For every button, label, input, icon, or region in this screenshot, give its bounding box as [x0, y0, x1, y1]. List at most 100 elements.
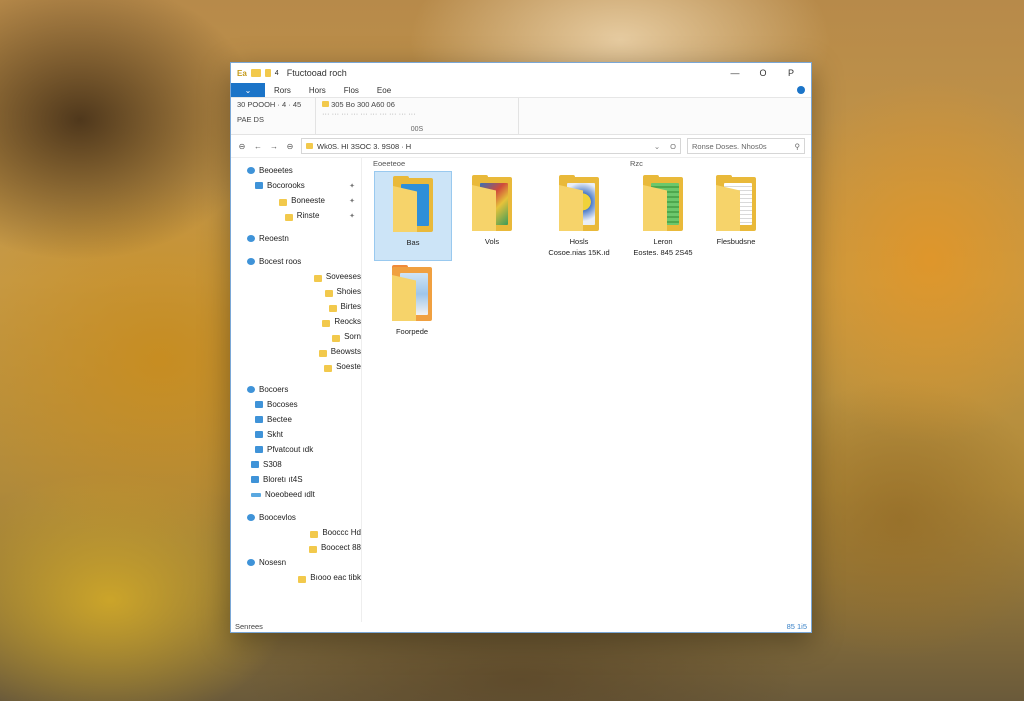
chevron-down-icon[interactable]: ⌄: [654, 142, 660, 151]
app-icon: Ea: [237, 68, 247, 78]
ribbon-group-clipboard: 30 POOOH · 4 · 45 PAE DS: [231, 98, 316, 134]
status-bar: Senrees 85 1i5: [231, 620, 811, 632]
sidebar-item-label: Shoies: [336, 287, 361, 296]
help-icon[interactable]: [797, 86, 805, 94]
up-button[interactable]: →: [269, 142, 279, 151]
folder-item[interactable]: Leron Eostes. 845 2S45: [620, 171, 706, 259]
tab-share[interactable]: Hors: [300, 86, 335, 95]
sidebar-item-this-pc[interactable]: Bocest roos: [231, 254, 361, 269]
network-icon: [247, 386, 255, 393]
recent-locations-button[interactable]: ⊖: [285, 142, 295, 151]
tab-home[interactable]: Rors: [265, 86, 300, 95]
tab-view[interactable]: Flos: [335, 86, 368, 95]
title-bar: Ea 4 Ftuctooad roch — O P: [231, 63, 811, 83]
ribbon-tabs: ⌄ Rors Hors Flos Eoe: [231, 83, 811, 98]
file-list: Eoeeteoe Rzc Bas Vols Hosls Cosoe.nias 1…: [362, 157, 811, 622]
folder-image-icon: [392, 265, 432, 321]
folder-icon: [279, 199, 288, 206]
sidebar-item[interactable]: Shoies: [231, 284, 361, 299]
folder-item[interactable]: Bas: [374, 171, 452, 261]
address-bar-row: ⊖ ← → ⊖ Wk0S. HI 3SOC 3. 9S08 · H ⌄ O Ro…: [231, 135, 811, 158]
sidebar-item-pinned[interactable]: Bocorooks ✦: [231, 178, 361, 193]
ribbon-group-label: 00S: [410, 126, 424, 133]
sidebar-item-drive[interactable]: S308: [231, 457, 361, 472]
tab-manage[interactable]: Eoe: [368, 86, 400, 95]
sidebar-item[interactable]: Boocect 88: [231, 540, 361, 555]
sidebar-item-pinned[interactable]: Boneeste ✦: [231, 193, 361, 208]
sidebar-item[interactable]: Sorn: [231, 329, 361, 344]
folder-icon: [393, 176, 433, 232]
folder-icon: [308, 546, 317, 553]
sidebar-item[interactable]: Bectee: [231, 412, 361, 427]
ribbon-group-organize-line1[interactable]: 305 Bo 300 A60 06: [322, 100, 512, 109]
sidebar-item[interactable]: Birtes: [231, 299, 361, 314]
navigation-pane: Beoeetes Bocorooks ✦ Boneeste ✦ Rinste ✦…: [231, 157, 362, 622]
folder-icon: [332, 335, 341, 342]
sidebar-item-network[interactable]: Bocoers: [231, 382, 361, 397]
search-icon: ⚲: [794, 141, 801, 151]
file-tab[interactable]: ⌄: [231, 83, 265, 97]
sidebar-item-drive[interactable]: Bloretı ıt4S: [231, 472, 361, 487]
pin-icon: ✦: [349, 182, 355, 190]
main-body: Beoeetes Bocorooks ✦ Boneeste ✦ Rinste ✦…: [231, 157, 811, 622]
sidebar-item[interactable]: Bocoses: [231, 397, 361, 412]
sidebar-item-label: Beoeetes: [259, 166, 293, 175]
sidebar-item[interactable]: Bıooo eac tibk: [231, 570, 361, 585]
sidebar-item-group[interactable]: Nosesn: [231, 555, 361, 570]
folder-document-icon: [643, 175, 683, 231]
group-header: Rzc: [630, 159, 643, 168]
customize-icon[interactable]: 4: [275, 70, 279, 77]
minimize-button[interactable]: —: [721, 68, 749, 78]
sidebar-item[interactable]: Beowsts: [231, 344, 361, 359]
folder-item[interactable]: Hosls Cosoe.nias 15K.ıd: [534, 171, 624, 259]
back-button[interactable]: ⊖: [237, 142, 247, 151]
sidebar-item[interactable]: Pfvatcout ıdk: [231, 442, 361, 457]
sidebar-item[interactable]: Skht: [231, 427, 361, 442]
folder-image-icon: [559, 175, 599, 231]
close-button[interactable]: P: [777, 68, 805, 78]
sidebar-item-label: Bocorooks: [267, 181, 305, 190]
sidebar-item-label: Nosesn: [259, 558, 287, 567]
folder-icon: [328, 305, 337, 312]
sidebar-item[interactable]: Booccc Hd: [231, 525, 361, 540]
ribbon-organize-labels[interactable]: 305 Bo 300 A60 06: [331, 100, 395, 109]
folder-item-label: Flesbudsne: [716, 237, 756, 246]
sidebar-item[interactable]: Soveeses: [231, 269, 361, 284]
sidebar-item-group[interactable]: Boocevlos: [231, 510, 361, 525]
ribbon: 30 POOOH · 4 · 45 PAE DS 305 Bo 300 A60 …: [231, 98, 811, 135]
file-explorer-window: Ea 4 Ftuctooad roch — O P ⌄ Rors Hors Fl…: [230, 62, 812, 633]
forward-button[interactable]: ←: [253, 142, 263, 151]
folder-icon: [322, 320, 331, 327]
pin-icon: ✦: [349, 197, 355, 205]
folder-item-detail: Eostes. 845 2S45: [633, 247, 693, 257]
sidebar-item-drive[interactable]: Noeobeed ıdlt: [231, 487, 361, 502]
address-field[interactable]: Wk0S. HI 3SOC 3. 9S08 · H ⌄ O: [301, 138, 681, 154]
new-folder-icon[interactable]: [264, 69, 271, 77]
sidebar-item[interactable]: Reocks: [231, 314, 361, 329]
sidebar-item[interactable]: Soeste: [231, 359, 361, 374]
refresh-icon[interactable]: O: [670, 142, 676, 151]
folder-item[interactable]: Flesbudsne: [698, 171, 774, 259]
ribbon-group-clipboard-line2[interactable]: PAE DS: [237, 115, 309, 124]
sidebar-item-quick-access[interactable]: Beoeetes: [231, 163, 361, 178]
view-toggle[interactable]: 85 1i5: [787, 622, 807, 631]
folder-icon: [306, 143, 313, 149]
sidebar-item-pinned[interactable]: Rinste ✦: [231, 208, 361, 223]
sidebar-item-label: Noeobeed ıdlt: [265, 490, 315, 499]
folder-item[interactable]: Vols: [454, 171, 530, 259]
folder-icon[interactable]: [250, 69, 261, 77]
folder-icon: [324, 290, 333, 297]
address-path: Wk0S. HI 3SOC 3. 9S08 · H: [317, 141, 412, 151]
folder-item[interactable]: Foorpede: [374, 261, 450, 349]
folder-icon: [284, 214, 293, 221]
ribbon-group-clipboard-line1[interactable]: 30 POOOH · 4 · 45: [237, 100, 309, 109]
folder-icon: [324, 365, 333, 372]
folder-icon: [255, 182, 263, 189]
search-input[interactable]: Ronse Doses. Nhos0s ⚲: [687, 138, 805, 154]
sidebar-item-label: Bocoses: [267, 400, 298, 409]
maximize-button[interactable]: O: [749, 68, 777, 78]
folder-item-label: Leron: [653, 237, 673, 246]
search-placeholder: Ronse Doses. Nhos0s: [692, 141, 767, 151]
sidebar-item-onedrive[interactable]: Reoestn: [231, 231, 361, 246]
network-icon: [247, 559, 255, 566]
